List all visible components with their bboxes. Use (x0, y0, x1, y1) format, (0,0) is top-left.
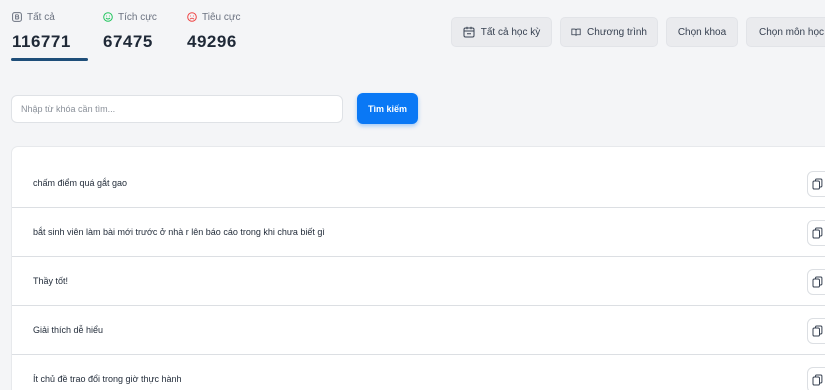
book-icon (571, 28, 581, 36)
filter-bar: Tất cả học kỳ Chương trình Chọn khoa Chọ… (451, 17, 825, 47)
tab-all-count: 116771 (12, 32, 71, 51)
copy-icon (812, 374, 823, 386)
subject-select-button[interactable]: Chọn môn học (746, 17, 825, 47)
faculty-select-button[interactable]: Chọn khoa (666, 17, 738, 47)
semester-filter-button[interactable]: Tất cả học kỳ (451, 17, 552, 47)
list-item: chấm điểm quá gắt gao (12, 159, 825, 208)
tab-all[interactable]: Tất cả 116771 (0, 0, 88, 62)
comment-list: chấm điểm quá gắt gao bắt sinh viên làm … (11, 146, 825, 390)
copy-icon (812, 325, 823, 337)
comment-text: Ít chủ đề trao đổi trong giờ thực hành (33, 374, 182, 384)
comment-text: Giải thích dễ hiểu (33, 325, 104, 335)
copy-button[interactable] (807, 269, 825, 295)
copy-icon (812, 276, 823, 288)
search-input[interactable] (11, 95, 343, 123)
copy-button[interactable] (807, 171, 825, 197)
search-button[interactable]: Tìm kiếm (357, 93, 418, 124)
tab-positive-label: Tích cực (118, 11, 157, 23)
comment-text: chấm điểm quá gắt gao (33, 178, 128, 188)
tab-negative-label: Tiêu cực (202, 11, 241, 23)
tab-positive[interactable]: Tích cực 67475 (88, 0, 175, 62)
comment-text: bắt sinh viên làm bài mới trước ở nhà r … (33, 227, 325, 237)
list-item: Ít chủ đề trao đổi trong giờ thực hành (12, 355, 825, 390)
copy-button[interactable] (807, 367, 825, 390)
list-item: Giải thích dễ hiểu (12, 306, 825, 355)
list-item: bắt sinh viên làm bài mới trước ở nhà r … (12, 208, 825, 257)
tab-all-label: Tất cả (27, 11, 55, 23)
comment-text: Thầy tốt! (33, 276, 69, 286)
program-filter-button[interactable]: Chương trình (560, 17, 658, 47)
copy-button[interactable] (807, 220, 825, 246)
list-item: Thầy tốt! (12, 257, 825, 306)
sentiment-tabs: Tất cả 116771 Tích cực 67475 Tiêu cực 49… (0, 0, 265, 62)
tab-positive-count: 67475 (103, 32, 153, 51)
copy-button[interactable] (807, 318, 825, 344)
page: Tất cả 116771 Tích cực 67475 Tiêu cực 49… (0, 0, 825, 390)
tab-negative[interactable]: Tiêu cực 49296 (175, 0, 265, 62)
copy-icon (812, 227, 823, 239)
all-icon (12, 12, 22, 22)
frown-icon (187, 12, 197, 22)
calendar-icon (463, 26, 475, 38)
tab-negative-count: 49296 (187, 32, 237, 51)
smile-icon (103, 12, 113, 22)
copy-icon (812, 178, 823, 190)
